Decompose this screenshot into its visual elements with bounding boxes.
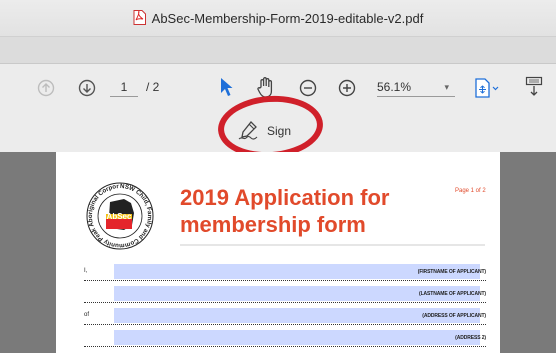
dotted-line <box>84 302 486 303</box>
arrow-down-circle-icon <box>78 79 96 97</box>
hand-tool-button[interactable] <box>257 76 275 98</box>
form-heading-line1: 2019 Application for <box>180 185 390 210</box>
zoom-in-button[interactable] <box>338 79 356 97</box>
form-row-address-2: (ADDRESS 2) <box>84 330 486 347</box>
dotted-line <box>84 324 486 325</box>
zoom-value: 56.1% <box>377 80 412 94</box>
dotted-line <box>84 346 486 347</box>
form-row-firstname: I, (FIRSTNAME OF APPLICANT) <box>84 264 486 281</box>
select-tool-button[interactable] <box>219 77 233 97</box>
form-heading: 2019 Application for membership form <box>180 184 420 238</box>
fit-page-icon <box>475 78 499 98</box>
address-2-field[interactable] <box>114 330 480 345</box>
fit-page-button[interactable] <box>474 78 500 98</box>
zoom-level-select[interactable]: 56.1% ▾ <box>377 77 455 97</box>
hand-icon <box>257 77 273 98</box>
absec-logo: NSW Child, Family and Community Peak Abo… <box>84 180 154 250</box>
print-icon <box>525 76 543 96</box>
window-title-bar: AbSec-Membership-Form-2019-editable-v2.p… <box>0 0 556 36</box>
next-page-button[interactable] <box>78 79 96 97</box>
form-heading-line2: membership form <box>180 212 366 237</box>
form-row-address: of (ADDRESS OF APPLICANT) <box>84 308 486 325</box>
row-caption: (LASTNAME OF APPLICANT) <box>419 291 486 297</box>
row-caption: (FIRSTNAME OF APPLICANT) <box>417 269 486 275</box>
minus-circle-icon <box>299 79 317 97</box>
form-row-lastname: (LASTNAME OF APPLICANT) <box>84 286 486 303</box>
row-caption: (ADDRESS 2) <box>455 335 486 341</box>
page-total: / 2 <box>146 80 160 94</box>
previous-page-button[interactable] <box>37 79 55 97</box>
row-caption: (ADDRESS OF APPLICANT) <box>422 313 486 319</box>
zoom-out-button[interactable] <box>299 79 317 97</box>
pdf-file-icon <box>133 9 146 25</box>
row-label: of <box>84 312 90 318</box>
page-indicator: Page 1 of 2 <box>455 188 486 194</box>
heading-divider <box>180 244 485 246</box>
row-label: I, <box>84 268 88 274</box>
arrow-up-circle-icon <box>37 79 55 97</box>
pointer-arrow-icon <box>221 78 233 96</box>
chevron-down-icon: ▾ <box>444 82 449 92</box>
page-number-input[interactable]: 1 <box>110 77 138 97</box>
dotted-line <box>84 280 486 281</box>
svg-text:AbSec: AbSec <box>107 212 132 221</box>
plus-circle-icon <box>338 79 356 97</box>
print-button[interactable] <box>525 76 543 98</box>
tab-strip <box>0 36 556 64</box>
window-title: AbSec-Membership-Form-2019-editable-v2.p… <box>151 10 424 26</box>
